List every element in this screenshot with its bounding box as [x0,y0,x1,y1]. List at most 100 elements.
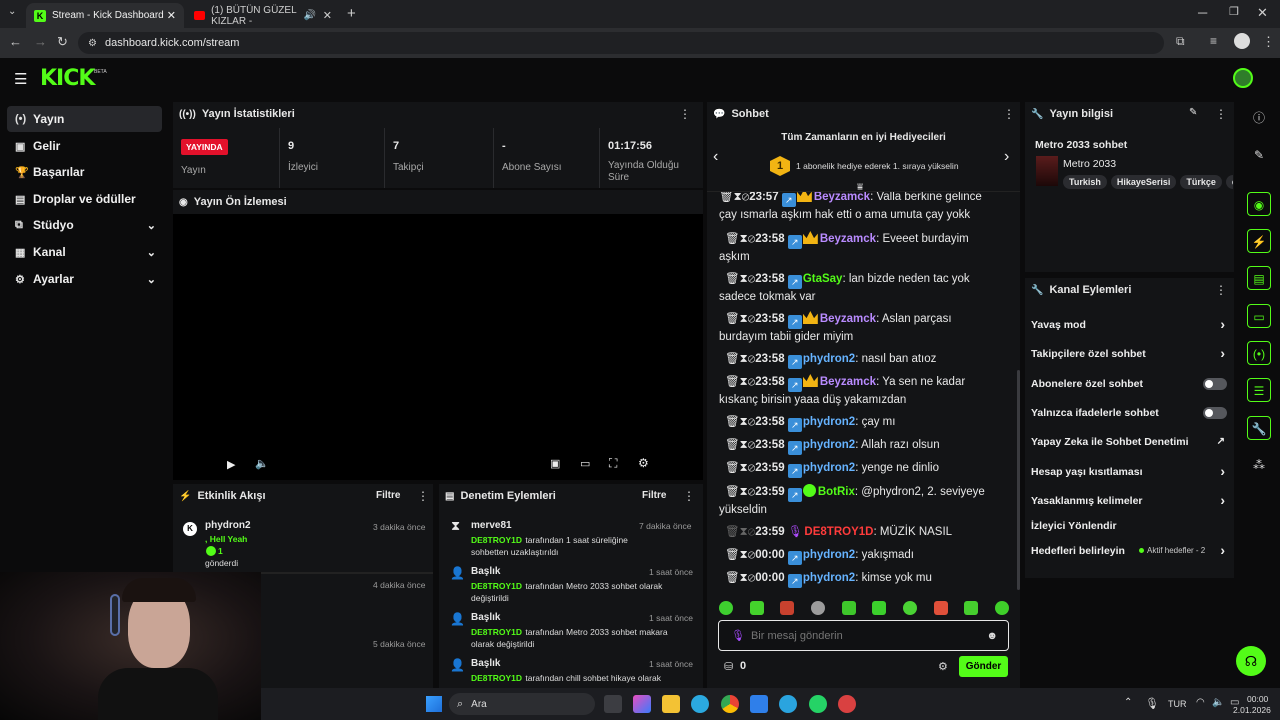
task-view-icon[interactable] [604,695,622,713]
filter-button[interactable]: Filtre [642,490,666,501]
reload-icon[interactable]: ↻ [57,34,68,50]
chevron-up-icon[interactable]: ⌃ [1124,697,1132,708]
trash-icon[interactable]: 🗑 [725,526,740,538]
sidebar-item-channel[interactable]: ▦ Kanal ⌄ [7,239,162,265]
hourglass-icon[interactable]: ⧗ [740,353,748,365]
support-chat-icon[interactable]: ☊ [1236,646,1266,676]
hourglass-icon[interactable]: ⧗ [740,572,748,584]
tab-youtube[interactable]: (1) BÜTÜN GÜZEL KIZLAR - 🔊 ✕ [186,3,338,28]
edge-icon[interactable] [691,695,709,713]
action-slow-mode[interactable]: Yavaş mod › [1031,316,1227,332]
bolt-icon[interactable]: ⚡ [1247,229,1271,253]
windows-start-icon[interactable] [426,696,442,712]
tag[interactable]: c [1225,175,1233,189]
edit-pencil-icon[interactable]: ✎ [1247,143,1271,167]
mini-player-icon[interactable]: ▣ [550,457,560,470]
chat-username[interactable]: phydron2 [803,416,855,428]
more-options-icon[interactable]: ⋮ [1215,283,1227,297]
emote-icon[interactable] [841,601,856,615]
emote-icon[interactable] [902,601,917,615]
sidebar-item-studio[interactable]: ⧉ Stüdyo ⌄ [7,212,162,238]
user-avatar[interactable] [1233,68,1253,88]
sidebar-item-stream[interactable]: (•) Yayın [7,106,162,132]
tab-kick-dashboard[interactable]: K Stream - Kick Dashboard ✕ [26,3,184,28]
edit-pencil-icon[interactable]: ✎ [1189,107,1197,118]
sidebar-item-achievements[interactable]: 🏆 Başarılar [7,159,162,185]
extensions-icon[interactable]: ⧉ [1176,34,1185,49]
more-options-icon[interactable]: ⋮ [679,107,691,121]
chat-username[interactable]: BotRix [818,486,855,498]
trash-icon[interactable]: 🗑 [725,486,740,498]
site-info-icon[interactable]: ⚙ [88,38,97,49]
copilot-icon[interactable] [633,695,651,713]
trash-icon[interactable]: 🗑 [725,416,740,428]
trash-icon[interactable]: 🗑 [725,439,740,451]
taskbar-search[interactable]: ⌕ Ara [449,693,595,715]
hourglass-icon[interactable]: ⧗ [740,549,748,561]
hourglass-icon[interactable]: ⧗ [734,192,742,203]
trash-icon[interactable]: 🗑 [725,353,740,365]
back-icon[interactable]: ← [9,34,22,49]
action-followers-only[interactable]: Takipçilere özel sohbet › [1031,345,1227,361]
action-ai-moderation[interactable]: Yapay Zeka ile Sohbet Denetimi ↗ [1031,436,1227,448]
app-icon[interactable] [838,695,856,713]
toggle-switch[interactable] [1203,407,1227,419]
gear-icon[interactable]: ⚙ [938,660,948,673]
omnibox[interactable]: ⚙ dashboard.kick.com/stream [78,32,1164,54]
filter-button[interactable]: Filtre [376,490,400,501]
fullscreen-icon[interactable]: ⛶ [609,456,617,471]
sidebar-item-settings[interactable]: ⚙ Ayarlar ⌄ [7,266,162,292]
emote-icon[interactable] [872,601,887,615]
trash-icon[interactable]: 🗑 [725,376,740,388]
media-icon[interactable]: ≡ [1210,34,1217,48]
more-options-icon[interactable]: ⋮ [417,489,429,503]
more-options-icon[interactable]: ⋮ [1003,107,1015,121]
hourglass-icon[interactable]: ⧗ [740,486,748,498]
tag[interactable]: Türkçe [1180,175,1222,189]
mic-icon[interactable]: 🎙 [731,629,745,642]
chat-username[interactable]: phydron2 [803,549,855,561]
chevron-right-icon[interactable]: › [1004,148,1009,166]
hourglass-icon[interactable]: ⧗ [740,233,748,245]
play-icon[interactable]: ▶ [227,458,235,471]
category-name[interactable]: Metro 2033 [1063,158,1116,170]
chat-username[interactable]: phydron2 [803,439,855,451]
sidebar-item-drops[interactable]: ▤ Droplar ve ödüller [7,186,162,212]
camera-icon[interactable]: ◉ [1247,192,1271,216]
chrome-icon[interactable] [721,695,739,713]
chat-bubble-icon[interactable]: ▭ [1247,304,1271,328]
hourglass-icon[interactable]: ⧗ [740,376,748,388]
tag[interactable]: HikayeSerisi [1110,175,1177,189]
file-explorer-icon[interactable] [662,695,680,713]
trash-icon[interactable]: 🗑 [719,192,734,203]
info-icon[interactable]: ⓘ [1247,106,1271,130]
chat-username[interactable]: phydron2 [803,353,855,365]
kick-logo[interactable]: KICK [40,66,95,91]
hourglass-icon[interactable]: ⧗ [740,416,748,428]
trash-icon[interactable]: 🗑 [725,313,740,325]
sidebar-item-revenue[interactable]: ▣ Gelir [7,133,162,159]
more-options-icon[interactable]: ⋮ [1215,107,1227,121]
chat-username[interactable]: GtaSay [803,273,843,285]
hourglass-icon[interactable]: ⧗ [740,313,748,325]
clock-date[interactable]: 2.01.2026 [1233,705,1271,715]
hamburger-menu-icon[interactable]: ☰ [14,70,27,88]
chat-username[interactable]: Beyzamck [820,313,876,325]
new-tab-icon[interactable]: + [347,5,356,22]
emote-icon[interactable] [964,601,979,615]
emote-icon[interactable] [994,601,1009,615]
whatsapp-icon[interactable] [809,695,827,713]
tag[interactable]: Turkish [1063,175,1107,189]
wifi-icon[interactable]: ◠ [1196,697,1205,708]
forward-icon[interactable]: → [34,34,47,49]
emote-icon[interactable] [749,601,764,615]
profile-avatar[interactable] [1234,33,1250,49]
emote-icon[interactable] [780,601,795,615]
toggle-switch[interactable] [1203,378,1227,390]
chevron-left-icon[interactable]: ‹ [713,148,718,166]
volume-icon[interactable]: 🔈 [1212,697,1224,708]
hourglass-icon[interactable]: ⧗ [740,526,748,538]
mic-icon[interactable]: 🎙 [1145,697,1159,710]
emoji-icon[interactable]: ☻ [986,630,998,642]
action-set-goals[interactable]: Hedefleri belirleyin Aktif hedefler - 2 › [1031,542,1227,558]
